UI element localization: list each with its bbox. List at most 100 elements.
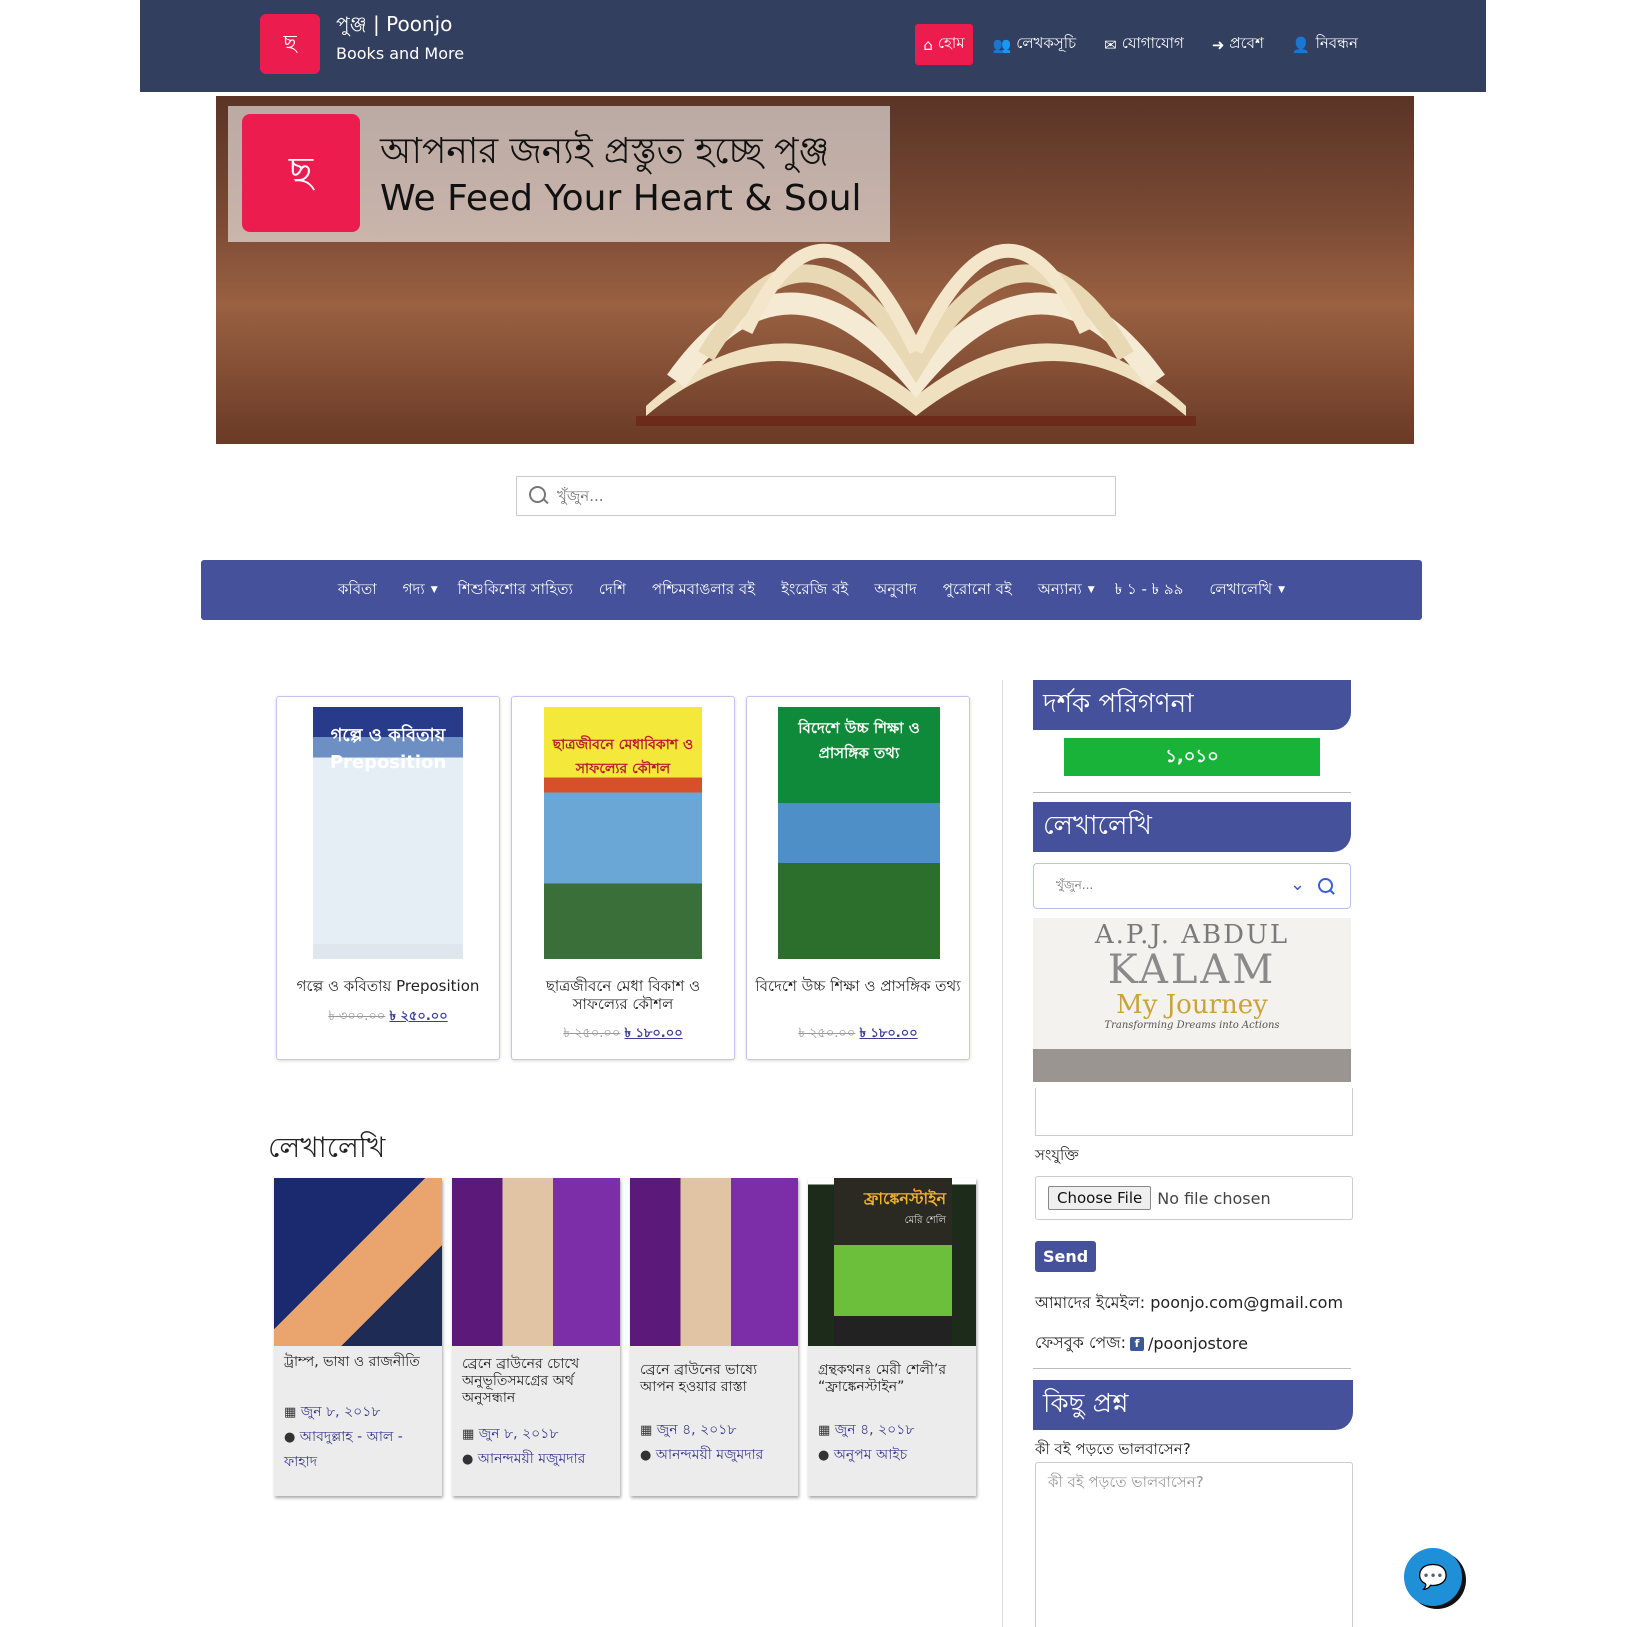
chat-widget-button[interactable]: 💬 (1404, 1548, 1462, 1606)
category-translation[interactable]: অনুবাদ (874, 578, 923, 603)
post-date: ▦ জুন ৮, ২০১৮ (284, 1404, 381, 1420)
featured-book-image[interactable]: A.P.J. ABDUL KALAM My Journey Transformi… (1033, 918, 1351, 1082)
post-card[interactable]: ব্রেনে ব্রাউনের ভাষ্যে আপন হওয়ার রাস্তা… (630, 1178, 798, 1496)
post-author[interactable]: ● আবদুল্লাহ - আল - ফাহাদ (284, 1425, 436, 1474)
frankenstein-cover: ফ্রাঙ্কেনস্টাইন মেরি শেলি (834, 1178, 952, 1346)
writings-search-input[interactable] (1056, 878, 1276, 892)
category-west-bengal[interactable]: পশ্চিমবাঙলার বই (652, 578, 761, 603)
category-writings[interactable]: লেখালেখি ▼ (1209, 578, 1285, 603)
book-cover[interactable]: বিদেশে উচ্চ শিক্ষা ও প্রাসঙ্গিক তথ্য (778, 707, 940, 959)
writings-search: ⌄ (1033, 863, 1351, 909)
nav-register[interactable]: 👤 নিবন্ধন (1284, 24, 1366, 65)
facebook-icon: f (1130, 1336, 1144, 1351)
category-local[interactable]: দেশি (599, 578, 632, 603)
users-icon: 👥 (992, 35, 1012, 54)
site-logo[interactable]: ছ (260, 14, 320, 74)
old-price: ৳ ২৫০.০০ (798, 1026, 856, 1041)
product-price: ৳ ২৫০.০০ ৳ ১৮০.০০ (512, 1024, 734, 1045)
user-icon: ● (462, 1452, 474, 1467)
product-title[interactable]: গল্পে ও কবিতায় Preposition (285, 977, 491, 995)
nav-login[interactable]: ➜ প্রবেশ (1204, 24, 1272, 65)
post-date: ▦ জুন ৪, ২০১৮ (818, 1422, 915, 1438)
product-card[interactable]: বিদেশে উচ্চ শিক্ষা ও প্রাসঙ্গিক তথ্য বিদ… (746, 696, 970, 1060)
category-menu: কবিতা গদ্য ▼ শিশুকিশোর সাহিত্য দেশি পশ্চি… (201, 560, 1422, 620)
search-input[interactable] (557, 487, 1077, 505)
post-meta: ▦ জুন ৪, ২০১৮ ● অনুপম আইচ (818, 1418, 970, 1468)
product-card[interactable]: ছাত্রজীবনে মেধাবিকাশ ও সাফল্যের কৌশল ছাত… (511, 696, 735, 1060)
post-title[interactable]: ব্রেনে ব্রাউনের ভাষ্যে আপন হওয়ার রাস্তা (640, 1362, 790, 1396)
site-title[interactable]: পুঞ্জ | Poonjo (336, 10, 452, 43)
post-title[interactable]: ট্রাম্প, ভাষা ও রাজনীতি (284, 1354, 434, 1371)
old-price: ৳ ৩০০.০০ (328, 1009, 386, 1024)
post-thumbnail[interactable] (630, 1178, 798, 1346)
category-label: গদ্য (402, 579, 425, 598)
post-thumbnail[interactable] (452, 1178, 620, 1346)
cover-title: ছাত্রজীবনে মেধাবিকাশ ও সাফল্যের কৌশল (552, 737, 694, 777)
cover-title: বিদেশে উচ্চ শিক্ষা ও প্রাসঙ্গিক তথ্য (798, 719, 920, 762)
post-card[interactable]: ফ্রাঙ্কেনস্টাইন মেরি শেলি গ্রন্থকথনঃ মের… (808, 1178, 976, 1496)
banner-headline: আপনার জন্যই প্রস্তুত হচ্ছে পুঞ্জ (380, 131, 830, 172)
post-card[interactable]: ট্রাম্প, ভাষা ও রাজনীতি ▦ জুন ৮, ২০১৮ ● … (274, 1178, 442, 1496)
cover-title: গল্পে ও কবিতায় Preposition (329, 725, 447, 773)
chevron-down-icon: ▼ (430, 585, 438, 595)
nav-contact[interactable]: ✉ যোগাযোগ (1096, 24, 1192, 65)
category-children[interactable]: শিশুকিশোর সাহিত্য (458, 578, 579, 603)
post-author[interactable]: ● অনুপম আইচ (818, 1443, 970, 1468)
product-grid: গল্পে ও কবিতায় Preposition গল্পে ও কবিত… (276, 696, 970, 1060)
post-title[interactable]: গ্রন্থকথনঃ মেরী শেলী’র “ফ্রাঙ্কেনস্টাইন” (818, 1362, 968, 1396)
search-icon[interactable] (1318, 878, 1336, 896)
file-status: No file chosen (1157, 1188, 1271, 1208)
site-search (516, 476, 1116, 516)
nav-label: যোগাযোগ (1121, 34, 1184, 52)
product-price: ৳ ৩০০.০০ ৳ ২৫০.০০ (277, 1007, 499, 1028)
section-heading: লেখালেখি (268, 1131, 386, 1164)
post-card[interactable]: ব্রেনে ব্রাউনের চোখে অনুভূতিসমগ্রের অর্থ… (452, 1178, 620, 1496)
product-price: ৳ ২৫০.০০ ৳ ১৮০.০০ (747, 1024, 969, 1045)
book-cover[interactable]: গল্পে ও কবিতায় Preposition (313, 707, 463, 959)
message-textarea[interactable] (1035, 1088, 1353, 1136)
facebook-handle[interactable]: /poonjostore (1148, 1334, 1248, 1353)
post-author[interactable]: ● আনন্দময়ী মজুমদার (462, 1447, 614, 1472)
nav-home[interactable]: ⌂ হোম (915, 24, 973, 65)
sale-price: ৳ ২৫০.০০ (389, 1009, 448, 1024)
question-textarea[interactable]: কী বই পড়তে ভালবাসেন? (1035, 1462, 1353, 1627)
category-label: ইংরেজি বই (781, 579, 849, 598)
category-others[interactable]: অন্যান্য ▼ (1038, 578, 1095, 603)
category-price-range[interactable]: ৳ ১ - ৳ ৯৯ (1115, 578, 1190, 603)
product-title[interactable]: বিদেশে উচ্চ শিক্ষা ও প্রাসঙ্গিক তথ্য (755, 977, 961, 995)
post-meta: ▦ জুন ৮, ২০১৮ ● আনন্দময়ী মজুমদার (462, 1422, 614, 1472)
banner-slogan: We Feed Your Heart & Soul (380, 178, 862, 219)
choose-file-button[interactable]: Choose File (1048, 1186, 1152, 1210)
search-icon[interactable] (529, 486, 549, 506)
book-cover[interactable]: ছাত্রজীবনে মেধাবিকাশ ও সাফল্যের কৌশল (544, 707, 702, 959)
envelope-icon: ✉ (1104, 35, 1117, 54)
site-tagline: Books and More (336, 44, 465, 63)
user-icon: ● (640, 1448, 652, 1463)
questions-heading: কিছু প্রশ্ন (1033, 1380, 1353, 1430)
chat-icon: 💬 (1418, 1563, 1448, 1591)
category-prose[interactable]: গদ্য ▼ (403, 578, 438, 603)
calendar-icon: ▦ (284, 1405, 297, 1420)
product-title[interactable]: ছাত্রজীবনে মেধা বিকাশ ও সাফল্যের কৌশল (520, 977, 726, 1013)
book-title: My Journey (1116, 990, 1268, 1020)
post-thumbnail[interactable] (274, 1178, 442, 1346)
product-card[interactable]: গল্পে ও কবিতায় Preposition গল্পে ও কবিত… (276, 696, 500, 1060)
contact-email[interactable]: আমাদের ইমেইল: poonjo.com@gmail.com (1035, 1290, 1343, 1317)
book-author-line: A.P.J. ABDUL (1094, 920, 1290, 950)
category-poetry[interactable]: কবিতা (338, 578, 383, 603)
category-label: কবিতা (337, 579, 377, 598)
category-old-books[interactable]: পুরোনো বই (943, 578, 1018, 603)
facebook-link[interactable]: ফেসবুক পেজ: f /poonjostore (1035, 1330, 1248, 1357)
sale-price: ৳ ১৮০.০০ (859, 1026, 918, 1041)
category-label: পশ্চিমবাঙলার বই (651, 579, 756, 598)
post-date: ▦ জুন ৪, ২০১৮ (640, 1422, 737, 1438)
nav-authors[interactable]: 👥 লেখকসূচি (985, 24, 1085, 65)
hero-banner: ছ আপনার জন্যই প্রস্তুত হচ্ছে পুঞ্জ We Fe… (216, 96, 1414, 444)
post-title[interactable]: ব্রেনে ব্রাউনের চোখে অনুভূতিসমগ্রের অর্থ… (462, 1356, 612, 1407)
calendar-icon: ▦ (818, 1423, 831, 1438)
send-button[interactable]: Send (1035, 1241, 1097, 1272)
post-thumbnail[interactable]: ফ্রাঙ্কেনস্টাইন মেরি শেলি (808, 1178, 976, 1346)
post-author[interactable]: ● আনন্দময়ী মজুমদার (640, 1443, 792, 1468)
chevron-down-icon[interactable]: ⌄ (1290, 874, 1305, 895)
category-english[interactable]: ইংরেজি বই (781, 578, 854, 603)
